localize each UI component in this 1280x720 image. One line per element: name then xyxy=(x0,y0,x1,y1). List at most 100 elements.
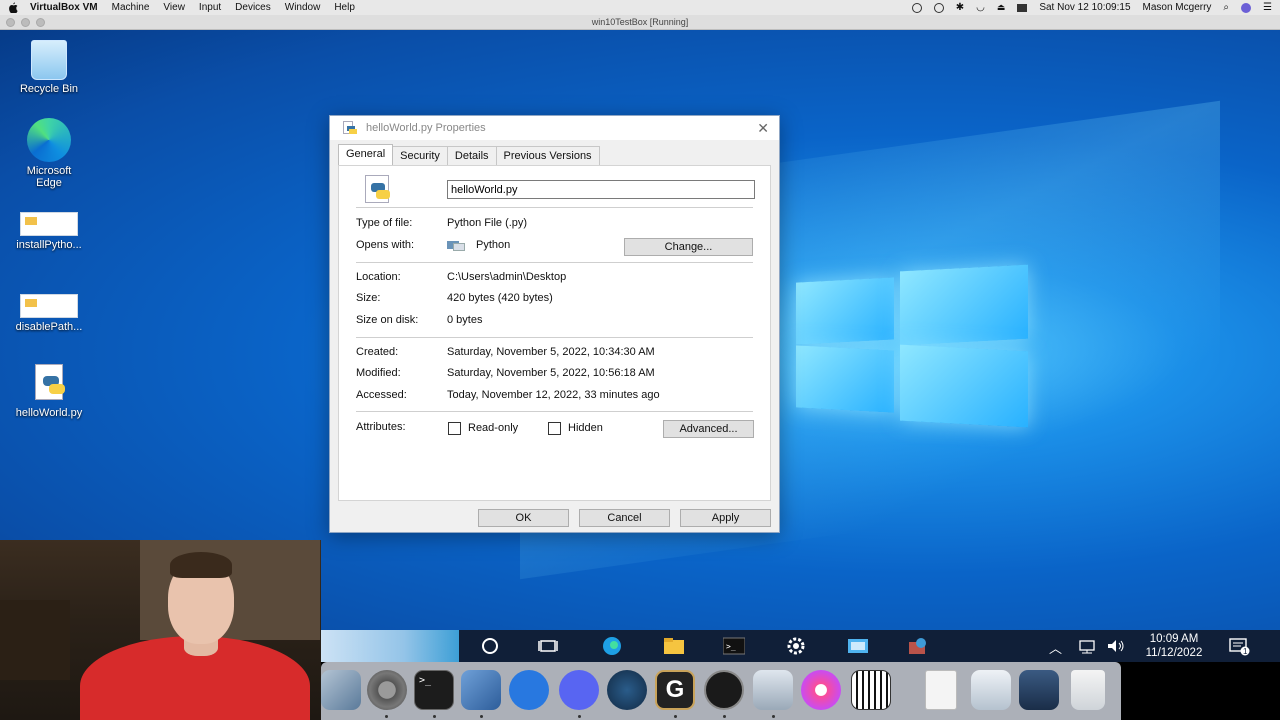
image-file-icon xyxy=(20,294,78,318)
readonly-checkbox[interactable] xyxy=(448,422,461,435)
filename-input[interactable] xyxy=(447,180,755,199)
control-panel-icon[interactable] xyxy=(847,636,869,656)
cortana-icon[interactable] xyxy=(479,636,501,656)
display-icon[interactable] xyxy=(1017,3,1028,12)
desktop-icon-recycle-bin[interactable]: Recycle Bin xyxy=(1,40,97,95)
spotlight-search-icon[interactable]: ⌕ xyxy=(1223,2,1229,13)
mute-status-icon[interactable] xyxy=(933,2,944,13)
settings-gear-icon[interactable] xyxy=(785,636,807,656)
desktop-icon-edge[interactable]: Microsoft Edge xyxy=(1,118,97,189)
modified-value: Saturday, November 5, 2022, 10:56:18 AM xyxy=(447,367,655,379)
desktop-icon-label: helloWorld.py xyxy=(15,407,83,419)
size-on-disk-label: Size on disk: xyxy=(356,314,419,326)
menu-user[interactable]: Mason Mcgerry xyxy=(1143,2,1212,13)
task-view-icon[interactable] xyxy=(537,636,559,656)
webcam-bookshelf xyxy=(0,600,70,680)
size-on-disk-value: 0 bytes xyxy=(447,314,483,326)
menu-window[interactable]: Window xyxy=(285,2,321,13)
downloads-stack-icon[interactable] xyxy=(971,670,1011,710)
close-window-button[interactable] xyxy=(6,18,15,27)
network-icon[interactable] xyxy=(1077,636,1099,656)
cancel-button[interactable]: Cancel xyxy=(579,509,670,527)
desktop-icon-install-python[interactable]: installPytho... xyxy=(1,212,97,251)
apple-icon[interactable] xyxy=(8,2,18,13)
menu-datetime[interactable]: Sat Nov 12 10:09:15 xyxy=(1039,2,1130,13)
ok-button[interactable]: OK xyxy=(478,509,569,527)
running-indicator xyxy=(385,715,388,718)
discord-icon[interactable] xyxy=(559,670,599,710)
obs-icon[interactable] xyxy=(704,670,744,710)
preview-icon[interactable] xyxy=(321,670,361,710)
change-button[interactable]: Change... xyxy=(624,238,753,256)
menu-app-name[interactable]: VirtualBox VM xyxy=(30,2,98,13)
virtualbox-icon[interactable] xyxy=(461,670,501,710)
location-label: Location: xyxy=(356,271,401,283)
zoom-window-button[interactable] xyxy=(36,18,45,27)
show-hidden-icons-chevron-up-icon[interactable]: ︿ xyxy=(1049,638,1062,657)
running-indicator xyxy=(578,715,581,718)
wifi-icon[interactable]: ◡ xyxy=(976,2,985,13)
steam-icon[interactable] xyxy=(607,670,647,710)
tab-general[interactable]: General xyxy=(338,144,394,166)
trash-icon[interactable] xyxy=(1071,670,1105,710)
running-indicator xyxy=(674,715,677,718)
menu-extras: ✱ ◡ ⏏ Sat Nov 12 10:09:15 Mason Mcgerry … xyxy=(911,2,1272,13)
window-traffic-lights xyxy=(6,18,45,27)
tab-security[interactable]: Security xyxy=(392,146,448,166)
desktop-icon-hello-world[interactable]: helloWorld.py xyxy=(1,364,97,419)
terminal-icon[interactable]: >_ xyxy=(723,636,745,656)
dialog-titlebar[interactable]: helloWorld.py Properties ✕ xyxy=(330,116,779,140)
vm-window-title: win10TestBox [Running] xyxy=(591,17,689,27)
opens-with-value: Python xyxy=(476,239,511,251)
vm-window-preview-icon[interactable] xyxy=(753,670,793,710)
apply-button[interactable]: Apply xyxy=(680,509,771,527)
image-file-icon xyxy=(20,212,78,236)
modified-label: Modified: xyxy=(356,367,401,379)
document-file-icon[interactable] xyxy=(925,670,957,710)
tab-details[interactable]: Details xyxy=(446,146,497,166)
g-hub-icon[interactable]: G xyxy=(655,670,695,710)
menu-machine[interactable]: Machine xyxy=(112,2,150,13)
siri-icon[interactable] xyxy=(1241,2,1252,13)
webcam-person-hair xyxy=(170,552,232,578)
menu-help[interactable]: Help xyxy=(334,2,355,13)
control-center-icon[interactable]: ☰ xyxy=(1263,2,1272,13)
volume-icon[interactable] xyxy=(1105,636,1127,656)
desktop-icon-disable-path[interactable]: disablePath... xyxy=(1,294,97,333)
vm-window-titlebar: win10TestBox [Running] xyxy=(0,15,1280,30)
xcode-instruments-icon[interactable] xyxy=(509,670,549,710)
menu-input[interactable]: Input xyxy=(199,2,221,13)
screenshots-stack-icon[interactable] xyxy=(1019,670,1059,710)
eject-icon[interactable]: ⏏ xyxy=(997,2,1006,13)
terminal-icon[interactable]: >_ xyxy=(414,670,454,710)
menu-devices[interactable]: Devices xyxy=(235,2,271,13)
piano-keyboard-icon[interactable] xyxy=(851,670,891,710)
type-value: Python File (.py) xyxy=(447,217,528,229)
taskbar-search-box[interactable] xyxy=(321,630,459,662)
file-explorer-icon[interactable] xyxy=(663,636,685,656)
tab-previous-versions[interactable]: Previous Versions xyxy=(495,146,600,166)
type-label: Type of file: xyxy=(356,217,413,229)
hidden-checkbox[interactable] xyxy=(548,422,561,435)
taskbar-clock[interactable]: 10:09 AM 11/12/2022 xyxy=(1131,632,1217,660)
menu-view[interactable]: View xyxy=(163,2,185,13)
minimize-window-button[interactable] xyxy=(21,18,30,27)
running-indicator xyxy=(723,715,726,718)
python-app-icon xyxy=(447,240,467,252)
location-value: C:\Users\admin\Desktop xyxy=(447,271,567,283)
windows-logo-wallpaper xyxy=(796,264,1028,428)
record-status-icon[interactable] xyxy=(911,2,922,13)
system-preferences-gear-icon[interactable] xyxy=(367,670,407,710)
desktop-icon-label: Microsoft Edge xyxy=(26,165,72,189)
advanced-button[interactable]: Advanced... xyxy=(663,420,754,438)
installer-icon[interactable] xyxy=(907,636,929,656)
itunes-music-icon[interactable] xyxy=(801,670,841,710)
svg-text:>_: >_ xyxy=(726,642,736,651)
desktop-icon-label: installPytho... xyxy=(16,239,82,251)
bluetooth-icon[interactable]: ✱ xyxy=(956,2,964,13)
edge-icon[interactable] xyxy=(601,636,623,656)
separator xyxy=(356,207,753,208)
accessed-value: Today, November 12, 2022, 33 minutes ago xyxy=(447,389,660,401)
python-file-icon xyxy=(29,364,69,404)
close-icon[interactable]: ✕ xyxy=(757,120,769,137)
